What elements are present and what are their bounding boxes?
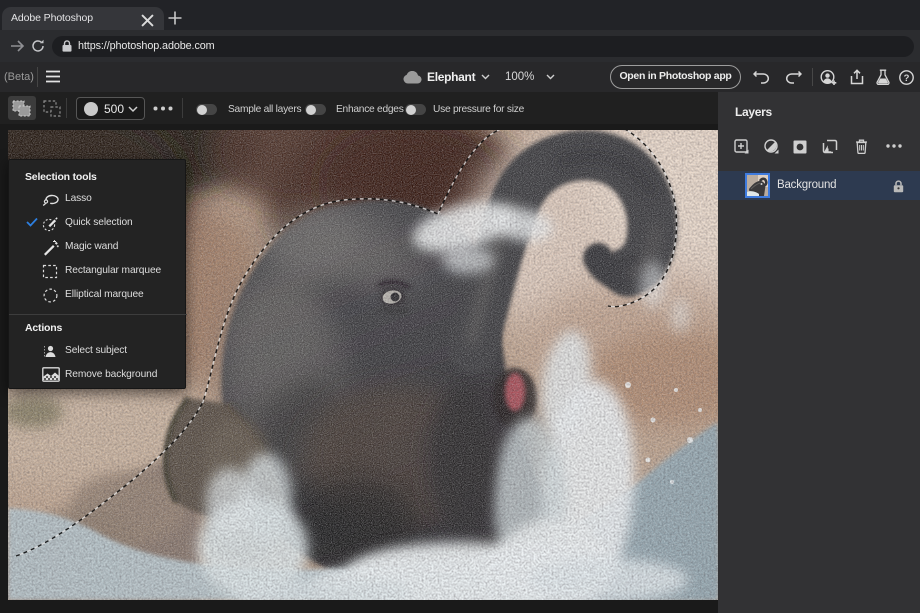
svg-text:?: ? <box>904 73 910 84</box>
